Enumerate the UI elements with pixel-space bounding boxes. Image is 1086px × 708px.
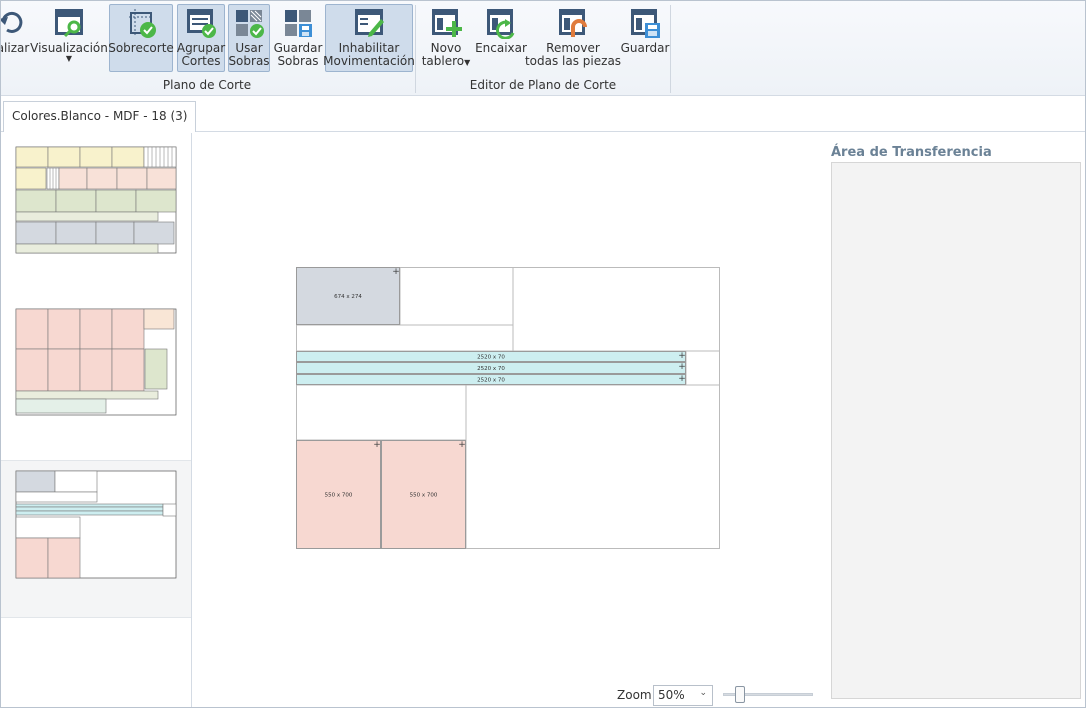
group-separator — [670, 5, 671, 93]
move-handle-icon[interactable]: + — [678, 351, 686, 361]
chevron-down-icon: ⌄ — [699, 688, 707, 698]
board-sheet: 674 x 274 +2520 x 70 +2520 x 70 +2520 x 70 +… — [296, 267, 720, 549]
group-cuts-label-2: Cortes — [181, 54, 221, 68]
group-separator — [415, 5, 416, 93]
piece-label: 2520 x 70 — [477, 366, 505, 372]
group-label-plano: Plano de Corte — [162, 78, 252, 92]
move-handle-icon[interactable]: + — [458, 440, 466, 450]
piece-label: 2520 x 70 — [477, 378, 505, 384]
piece-label: 550 x 700 — [325, 493, 353, 499]
cut-piece[interactable]: 550 x 700 + — [381, 440, 466, 549]
use-leftovers-icon — [233, 7, 265, 39]
remove-pieces-button[interactable]: Remover todas las piezas — [525, 4, 621, 72]
zoom-label: Zoom — [617, 688, 652, 702]
refresh-label: alizar — [1, 41, 30, 55]
group-cuts-icon — [185, 7, 217, 39]
tab-board[interactable]: Colores.Blanco - MDF - 18 (3) — [3, 101, 197, 132]
save-leftovers-icon — [282, 7, 314, 39]
sobrecorte-icon — [125, 7, 157, 39]
dropdown-arrow-icon: ▼ — [464, 58, 471, 67]
group-label-editor: Editor de Plano de Corte — [469, 78, 617, 92]
move-handle-icon[interactable]: + — [373, 440, 381, 450]
cut-piece[interactable]: 2520 x 70 + — [296, 351, 686, 362]
app-window: alizar Visualización ▼ Sobrecorte Agrupa… — [0, 0, 1086, 708]
zoom-slider-thumb[interactable] — [735, 686, 745, 703]
tab-strip: Colores.Blanco - MDF - 18 (3) — [1, 96, 1085, 132]
remove-pieces-icon — [557, 7, 589, 39]
toggle-movement-icon — [353, 7, 385, 39]
sobrecorte-button[interactable]: Sobrecorte — [108, 4, 174, 72]
sobrecorte-label: Sobrecorte — [108, 41, 174, 55]
cut-piece[interactable]: 674 x 274 + — [296, 267, 400, 325]
toggle-movement-button[interactable]: Inhabilitar Movimentación — [323, 4, 415, 72]
transfer-area-title: Área de Transferencia — [831, 145, 992, 160]
new-board-label-2: tablero▼ — [422, 55, 471, 68]
board-thumbnail-selected[interactable] — [1, 460, 191, 618]
ribbon: alizar Visualización ▼ Sobrecorte Agrupa… — [1, 1, 1085, 96]
zoom-value: 50% — [658, 688, 685, 702]
piece-label: 2520 x 70 — [477, 355, 505, 361]
new-board-label-2-text: tablero — [421, 54, 465, 68]
board-thumbnail[interactable] — [1, 295, 191, 453]
fit-button[interactable]: Encaixar — [475, 4, 527, 72]
visualization-button[interactable]: Visualización ▼ — [30, 4, 108, 72]
dropdown-arrow-icon: ▼ — [65, 54, 73, 63]
new-board-button[interactable]: Novo tablero▼ — [421, 4, 471, 72]
fit-icon — [485, 7, 517, 40]
save-leftovers-label-2: Sobras — [277, 54, 319, 68]
use-leftovers-label-2: Sobras — [228, 54, 270, 68]
group-cuts-button[interactable]: Agrupar Cortes — [177, 4, 225, 72]
cut-piece[interactable]: 2520 x 70 + — [296, 362, 686, 374]
piece-label: 550 x 700 — [410, 493, 438, 499]
save-label: Guardar — [620, 41, 670, 55]
cut-piece[interactable]: 550 x 700 + — [296, 440, 381, 549]
board-thumbnail[interactable] — [1, 133, 191, 291]
cutting-plan-canvas: 674 x 274 +2520 x 70 +2520 x 70 +2520 x 70 +… — [193, 133, 823, 707]
move-handle-icon[interactable]: + — [678, 374, 686, 384]
transfer-area[interactable] — [831, 162, 1081, 699]
move-handle-icon[interactable]: + — [392, 267, 400, 277]
toggle-movement-label-2: Movimentación — [323, 54, 415, 68]
fit-label: Encaixar — [475, 41, 527, 55]
remove-pieces-label-2: todas las piezas — [524, 54, 622, 68]
use-leftovers-button[interactable]: Usar Sobras — [228, 4, 270, 72]
new-board-icon — [430, 7, 462, 39]
piece-label: 674 x 274 — [334, 294, 362, 300]
save-button[interactable]: Guardar — [620, 4, 670, 72]
save-leftovers-button[interactable]: Guardar Sobras — [273, 4, 323, 72]
cut-piece[interactable]: 2520 x 70 + — [296, 374, 686, 385]
save-icon — [629, 7, 661, 39]
refresh-icon — [1, 7, 29, 39]
board-thumbnail-list — [1, 133, 192, 707]
refresh-button[interactable]: alizar — [1, 4, 31, 72]
zoom-select[interactable]: 50% ⌄ — [653, 685, 713, 706]
move-handle-icon[interactable]: + — [678, 362, 686, 372]
visualization-icon — [53, 7, 85, 39]
